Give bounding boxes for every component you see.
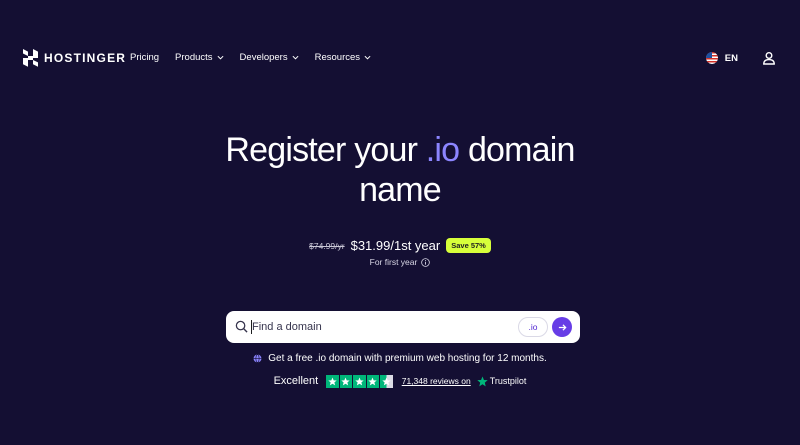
- save-badge: Save 57%: [446, 238, 491, 253]
- trustpilot-rating: Excellent 71,348 reviews on Trustpilot: [0, 375, 800, 388]
- rating-stars: [326, 375, 393, 388]
- title-part-2: domain: [459, 131, 576, 169]
- nav-products-label: Products: [175, 52, 213, 63]
- us-flag-icon: [705, 52, 718, 64]
- chevron-down-icon: [292, 55, 299, 60]
- nav-developers[interactable]: Developers: [240, 52, 299, 63]
- main-nav: Pricing Products Developers Resources: [130, 52, 371, 63]
- language-label: EN: [724, 52, 738, 64]
- new-price: $31.99/1st year: [350, 238, 441, 253]
- user-icon[interactable]: [762, 51, 776, 65]
- globe-icon: [253, 354, 262, 363]
- reviews-link[interactable]: 71,348 reviews on: [402, 376, 471, 386]
- old-price: $74.99/yr: [309, 240, 345, 251]
- nav-pricing-label: Pricing: [130, 52, 160, 63]
- title-line-2: name: [359, 171, 442, 209]
- top-navigation: HOSTINGER Pricing Products Developers Re…: [0, 0, 800, 118]
- domain-search-bar: .io: [226, 311, 580, 343]
- hostinger-logo[interactable]: HOSTINGER: [23, 49, 126, 67]
- nav-products[interactable]: Products: [175, 52, 224, 63]
- trustpilot-logo[interactable]: Trustpilot: [477, 376, 527, 387]
- price-note: For first year: [0, 257, 800, 267]
- nav-developers-label: Developers: [239, 52, 288, 63]
- title-accent: .io: [425, 131, 460, 169]
- logo-text: HOSTINGER: [44, 51, 127, 65]
- half-star-icon: [380, 375, 393, 388]
- trustpilot-brand: Trustpilot: [489, 376, 527, 387]
- page-title: Register your .io domain name: [0, 130, 800, 210]
- trustpilot-star-icon: [477, 376, 488, 387]
- promo-line: Get a free .io domain with premium web h…: [0, 353, 800, 364]
- nav-pricing[interactable]: Pricing: [130, 52, 159, 63]
- tld-label: .io: [528, 322, 538, 332]
- tld-selector[interactable]: .io: [518, 317, 548, 337]
- price-note-text: For first year: [369, 257, 418, 267]
- star-icon: [326, 375, 339, 388]
- domain-search-input[interactable]: [252, 317, 502, 337]
- nav-resources[interactable]: Resources: [315, 52, 371, 63]
- arrow-right-icon: [558, 323, 567, 331]
- star-icon: [353, 375, 366, 388]
- language-selector[interactable]: EN: [705, 52, 738, 64]
- info-icon[interactable]: [421, 257, 431, 267]
- price-row: $74.99/yr $31.99/1st year Save 57%: [0, 238, 800, 253]
- chevron-down-icon: [364, 55, 371, 60]
- hostinger-logo-icon: [23, 49, 38, 67]
- nav-resources-label: Resources: [314, 52, 361, 63]
- star-icon: [366, 375, 380, 388]
- text-cursor: [251, 320, 252, 334]
- rating-label: Excellent: [273, 375, 319, 388]
- star-icon: [339, 375, 353, 388]
- search-icon: [235, 320, 248, 333]
- search-submit-button[interactable]: [552, 317, 572, 337]
- nav-right: EN: [705, 51, 776, 65]
- promo-text: Get a free .io domain with premium web h…: [268, 353, 547, 364]
- title-part-1: Register your: [225, 131, 426, 169]
- chevron-down-icon: [217, 55, 224, 60]
